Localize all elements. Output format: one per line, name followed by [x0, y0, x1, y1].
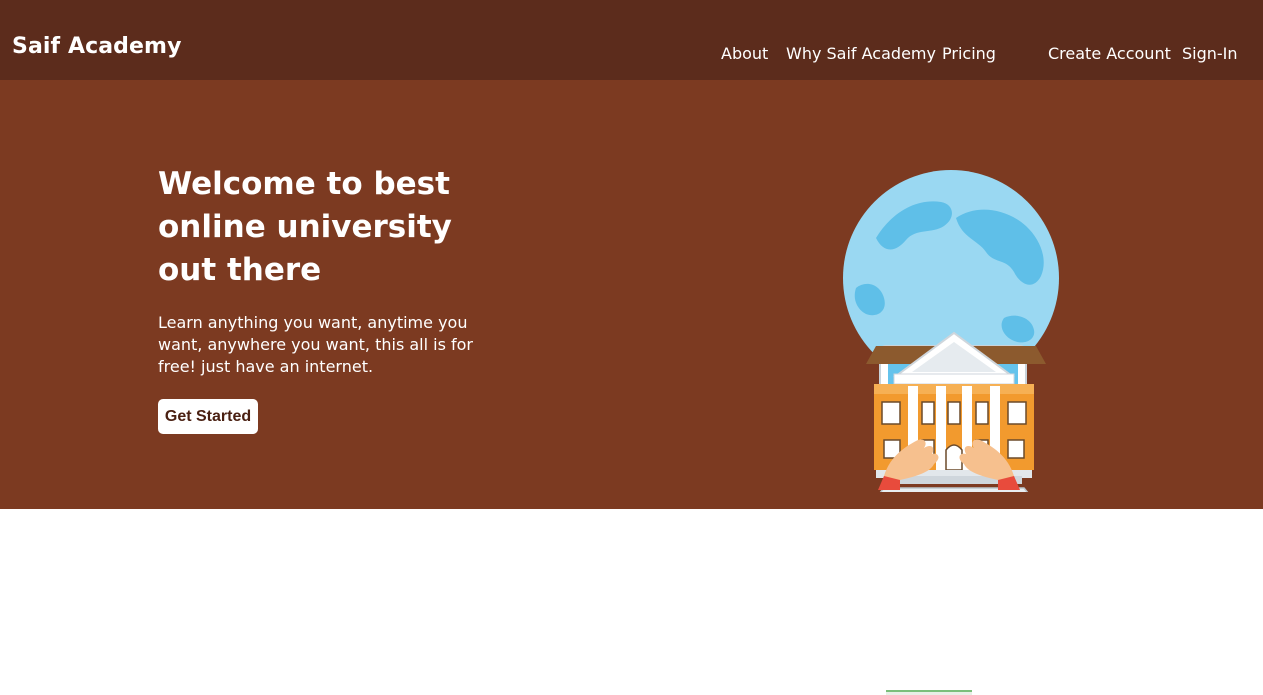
typing-hands-icon	[878, 439, 1020, 490]
hero-title: Welcome to best online university out th…	[158, 166, 452, 288]
nav-link-about[interactable]: About	[721, 44, 768, 63]
get-started-button[interactable]: Get Started	[158, 399, 258, 434]
nav-link-sign-in[interactable]: Sign-In	[1182, 44, 1238, 63]
brand-logo-link[interactable]: Saif Academy	[12, 34, 182, 59]
nav-link-why-saif-academy[interactable]: Why Saif Academy	[786, 44, 936, 63]
top-navbar: Saif Academy About Why Saif Academy Pric…	[0, 0, 1263, 80]
nav-link-create-account[interactable]: Create Account	[1048, 44, 1171, 63]
hero-section: Welcome to best online university out th…	[0, 80, 1263, 509]
hero-description: Learn anything you want, anytime you wan…	[158, 313, 474, 376]
next-section-peek	[886, 690, 972, 695]
nav-link-pricing[interactable]: Pricing	[942, 44, 996, 63]
